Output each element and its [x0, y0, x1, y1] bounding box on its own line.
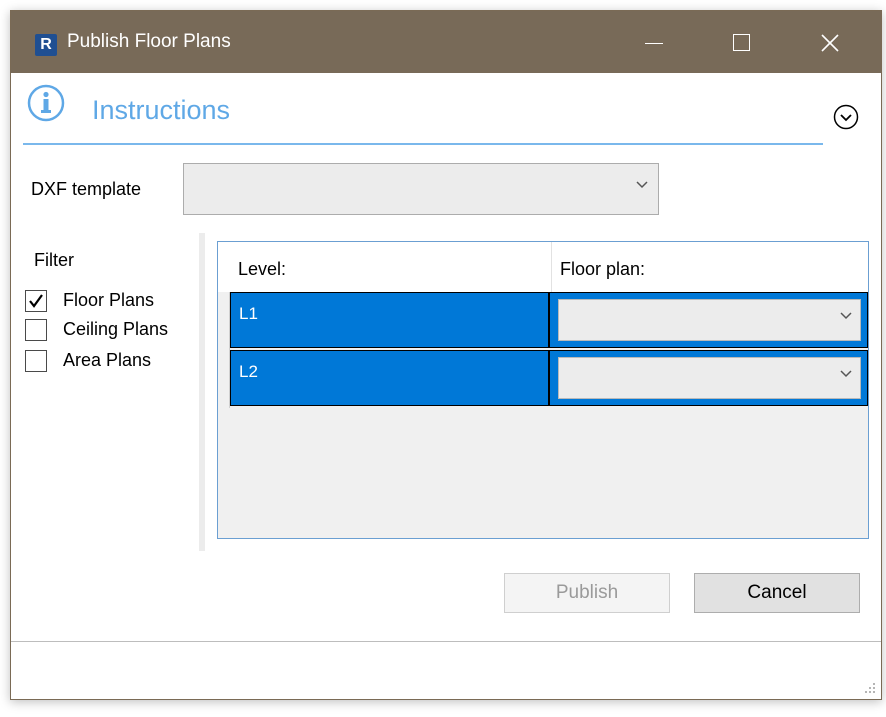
instructions-divider	[23, 143, 823, 145]
chevron-down-icon	[840, 370, 852, 378]
floor-plan-dropdown[interactable]	[558, 299, 861, 341]
close-icon	[821, 34, 839, 52]
panel-splitter[interactable]	[199, 233, 205, 551]
grid-header: Level: Floor plan:	[218, 242, 868, 293]
area-plans-label: Area Plans	[63, 350, 152, 370]
window-title: Publish Floor Plans	[67, 31, 231, 52]
status-bar-divider	[11, 641, 881, 642]
dxf-template-label: DXF template	[31, 179, 142, 199]
column-header-floor-plan[interactable]: Floor plan:	[551, 242, 852, 292]
close-button[interactable]	[807, 21, 853, 65]
maximize-button[interactable]	[719, 21, 765, 65]
revit-app-icon: R	[35, 34, 57, 56]
checkmark-icon	[29, 294, 43, 308]
table-row[interactable]: L1	[218, 292, 868, 350]
floor-plans-label: Floor Plans	[63, 290, 155, 310]
floor-plan-cell[interactable]	[549, 350, 868, 406]
column-header-floor-plan-label: Floor plan:	[560, 259, 646, 279]
floor-plan-dropdown[interactable]	[558, 357, 861, 399]
chevron-down-icon	[636, 181, 648, 189]
floor-plans-checkbox[interactable]	[25, 290, 47, 312]
resize-grip-icon[interactable]	[861, 679, 877, 695]
level-floorplan-grid[interactable]: Level: Floor plan: L1 L2	[217, 241, 869, 539]
title-bar[interactable]: R Publish Floor Plans	[11, 11, 881, 73]
level-cell[interactable]: L2	[230, 350, 549, 406]
floor-plan-cell[interactable]	[549, 292, 868, 348]
dxf-template-dropdown[interactable]	[183, 163, 659, 215]
row-header[interactable]	[218, 292, 230, 350]
publish-floor-plans-dialog: R Publish Floor Plans Instructions DXF t…	[10, 10, 882, 700]
chevron-down-icon	[840, 312, 852, 320]
ceiling-plans-checkbox[interactable]	[25, 319, 47, 341]
column-header-level[interactable]: Level:	[230, 242, 548, 292]
minimize-button[interactable]	[631, 21, 677, 65]
level-value: L1	[239, 304, 258, 323]
level-cell[interactable]: L1	[230, 292, 549, 348]
publish-button[interactable]: Publish	[504, 573, 670, 613]
level-value: L2	[239, 362, 258, 381]
row-header[interactable]	[218, 350, 230, 408]
ceiling-plans-label: Ceiling Plans	[63, 319, 169, 339]
column-header-level-label: Level:	[238, 259, 287, 279]
expand-chevron-icon[interactable]	[833, 104, 859, 130]
info-icon	[27, 84, 65, 122]
area-plans-checkbox[interactable]	[25, 350, 47, 372]
filter-label: Filter	[34, 250, 74, 270]
instructions-heading[interactable]: Instructions	[92, 95, 230, 126]
cancel-button[interactable]: Cancel	[694, 573, 860, 613]
table-row[interactable]: L2	[218, 350, 868, 408]
